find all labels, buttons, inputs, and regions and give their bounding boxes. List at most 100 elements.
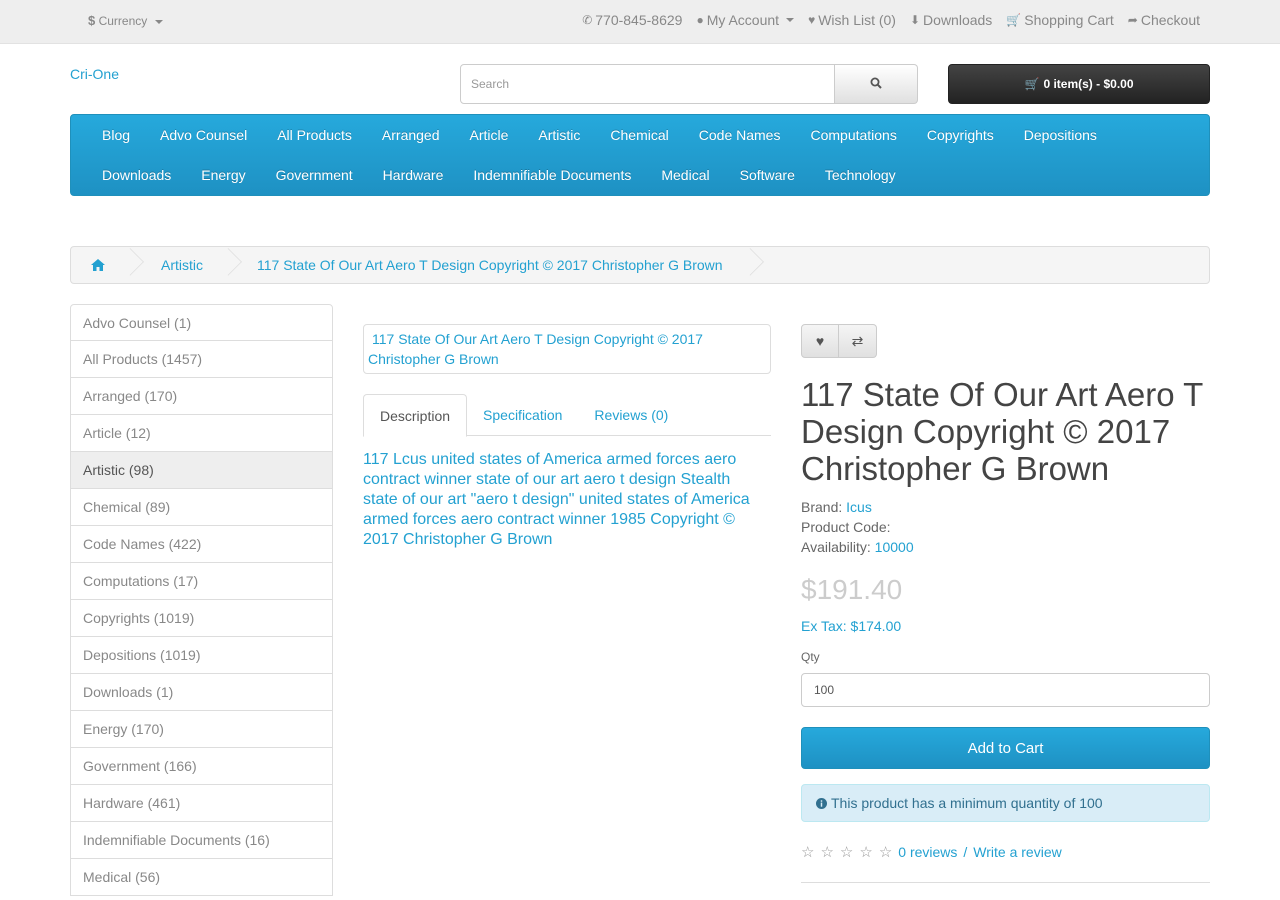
header: Cri-One 🛒 0 item(s) - $0.00	[0, 44, 1280, 114]
sidebar-item[interactable]: Medical (56)	[70, 859, 333, 896]
menu-item[interactable]: Code Names	[684, 127, 796, 143]
category-sidebar: Advo Counsel (1) All Products (1457) Arran…	[70, 304, 333, 896]
sidebar-item[interactable]: Copyrights (1019)	[70, 600, 333, 637]
product-meta: Brand: Icus Product Code: Availability: …	[801, 497, 914, 557]
dollar-icon: $	[88, 13, 96, 28]
exchange-icon: ⇄	[851, 332, 864, 349]
sidebar-item[interactable]: Hardware (461)	[70, 785, 333, 822]
breadcrumb: Artistic 117 State Of Our Art Aero T Des…	[70, 246, 1210, 284]
menu-item[interactable]: Hardware	[368, 167, 459, 183]
sidebar-item[interactable]: All Products (1457)	[70, 341, 333, 378]
cart-summary: 0 item(s) - $0.00	[1043, 77, 1134, 91]
menu-item[interactable]: Downloads	[87, 167, 186, 183]
star-icon: ☆	[878, 844, 893, 861]
product-description: 117 Lcus united states of America armed …	[363, 451, 750, 548]
phone-number: 770-845-8629	[595, 12, 683, 28]
ex-tax-price: Ex Tax: $174.00	[801, 618, 902, 634]
currency-dropdown[interactable]: $ Currency	[88, 13, 163, 28]
write-review-link[interactable]: Write a review	[973, 844, 1061, 860]
compare-button[interactable]: ⇄	[839, 324, 877, 358]
breadcrumb-home[interactable]	[71, 247, 129, 283]
my-account-dropdown[interactable]: ● My Account	[696, 12, 795, 28]
sidebar-item[interactable]: Downloads (1)	[70, 674, 333, 711]
menu-item[interactable]: Copyrights	[912, 127, 1009, 143]
heart-icon: ♥	[815, 333, 825, 349]
wish-list-label: Wish List (0)	[818, 12, 896, 28]
home-icon	[91, 259, 105, 271]
checkout-link[interactable]: ➦ Checkout	[1128, 12, 1200, 28]
cart-icon: 🛒	[1024, 77, 1040, 91]
shopping-cart-link[interactable]: 🛒 Shopping Cart	[1006, 12, 1113, 28]
tab-description[interactable]: Description	[363, 394, 468, 437]
menu-item[interactable]: Article	[455, 127, 524, 143]
availability-row: Availability: 10000	[801, 537, 914, 557]
sidebar-item[interactable]: Chemical (89)	[70, 489, 333, 526]
search-button[interactable]	[835, 64, 918, 104]
product-image[interactable]: 117 State Of Our Art Aero T Design Copyr…	[363, 324, 771, 374]
wish-list-link[interactable]: ♥ Wish List (0)	[808, 12, 896, 28]
menu-item[interactable]: Advo Counsel	[145, 127, 262, 143]
availability-label: Availability:	[801, 539, 871, 555]
currency-label: Currency	[98, 14, 148, 28]
info-icon	[816, 797, 827, 809]
menu-item[interactable]: Energy	[186, 167, 260, 183]
share-icon: ➦	[1127, 13, 1138, 27]
sidebar-item[interactable]: Advo Counsel (1)	[70, 304, 333, 341]
min-quantity-alert: This product has a minimum quantity of 1…	[801, 784, 1210, 822]
add-to-cart-button[interactable]: Add to Cart	[801, 727, 1210, 769]
menu-item[interactable]: Depositions	[1009, 127, 1112, 143]
star-icon: ☆	[839, 844, 854, 861]
sidebar-item[interactable]: Arranged (170)	[70, 378, 333, 415]
menu-item[interactable]: All Products	[262, 127, 367, 143]
menu-item[interactable]: Blog	[87, 127, 145, 143]
rating-separator: /	[963, 844, 968, 860]
divider	[801, 882, 1210, 883]
breadcrumb-current[interactable]: 117 State Of Our Art Aero T Design Copyr…	[227, 247, 749, 283]
product-title: 117 State Of Our Art Aero T Design Copyr…	[801, 376, 1203, 487]
tab-specification[interactable]: Specification	[467, 394, 578, 436]
tab-reviews[interactable]: Reviews (0)	[578, 394, 684, 436]
logo[interactable]: Cri-One	[70, 66, 119, 82]
menu-item[interactable]: Arranged	[367, 127, 455, 143]
reviews-link[interactable]: 0 reviews	[898, 844, 957, 860]
product-actions: ♥ ⇄	[801, 324, 877, 358]
cart-button[interactable]: 🛒 0 item(s) - $0.00	[948, 64, 1210, 104]
sidebar-item[interactable]: Energy (170)	[70, 711, 333, 748]
sidebar-item[interactable]: Artistic (98)	[70, 452, 333, 489]
sidebar-item[interactable]: Computations (17)	[70, 563, 333, 600]
menu-item[interactable]: Artistic	[523, 127, 595, 143]
sidebar-item[interactable]: Indemnifiable Documents (16)	[70, 822, 333, 859]
breadcrumb-category[interactable]: Artistic	[129, 247, 227, 283]
downloads-label: Downloads	[923, 12, 993, 28]
menu-item[interactable]: Technology	[810, 167, 911, 183]
phone-icon: ✆	[582, 13, 593, 27]
search-bar	[460, 64, 918, 104]
add-to-wishlist-button[interactable]: ♥	[801, 324, 839, 358]
my-account-label: My Account	[706, 12, 780, 28]
search-input[interactable]	[460, 64, 835, 104]
menu-item[interactable]: Computations	[795, 127, 911, 143]
min-quantity-text: This product has a minimum quantity of 1…	[831, 795, 1103, 811]
availability-value: 10000	[874, 539, 914, 555]
menu-item[interactable]: Indemnifiable Documents	[458, 167, 646, 183]
user-icon: ●	[696, 13, 704, 27]
logo-alt-text: Cri-One	[70, 66, 120, 82]
sidebar-item[interactable]: Code Names (422)	[70, 526, 333, 563]
product-code-label: Product Code:	[801, 519, 891, 535]
sidebar-item[interactable]: Depositions (1019)	[70, 637, 333, 674]
downloads-link[interactable]: ⬇ Downloads	[910, 12, 992, 28]
menu-item[interactable]: Chemical	[595, 127, 683, 143]
menu-row-1: Blog Advo Counsel All Products Arranged Arti…	[87, 115, 1112, 155]
phone-link[interactable]: ✆ 770-845-8629	[582, 12, 682, 28]
quantity-input[interactable]	[801, 673, 1210, 707]
sidebar-item[interactable]: Government (166)	[70, 748, 333, 785]
rating-stars: ☆ ☆ ☆ ☆ ☆	[801, 843, 892, 861]
checkout-label: Checkout	[1140, 12, 1200, 28]
chevron-down-icon	[786, 18, 795, 22]
sidebar-item[interactable]: Article (12)	[70, 415, 333, 452]
menu-item[interactable]: Software	[725, 167, 810, 183]
menu-item[interactable]: Medical	[646, 167, 724, 183]
menu-item[interactable]: Government	[261, 167, 368, 183]
brand-link[interactable]: Icus	[846, 499, 872, 515]
brand-row: Brand: Icus	[801, 497, 914, 517]
